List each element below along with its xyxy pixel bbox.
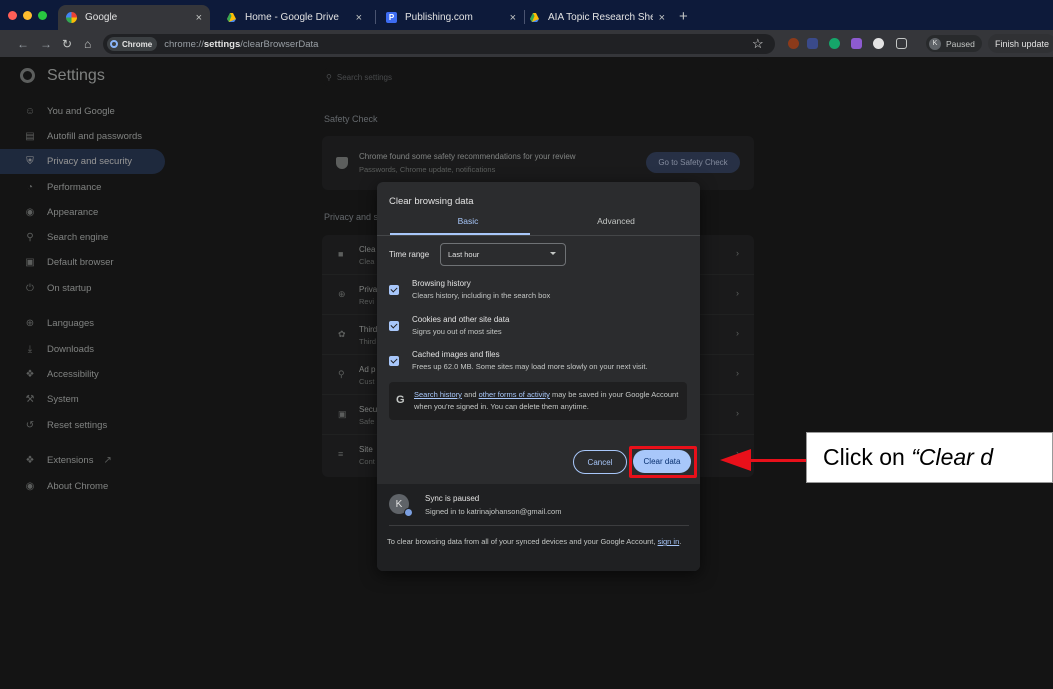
time-range-select[interactable]: Last hour xyxy=(440,243,566,266)
extension-icon[interactable] xyxy=(851,38,862,49)
sync-paused-badge-icon xyxy=(404,508,413,517)
close-tab-icon[interactable]: × xyxy=(356,12,362,24)
tab-drive[interactable]: Home - Google Drive × xyxy=(218,5,370,30)
browsing-history-checkbox[interactable] xyxy=(389,285,399,295)
clear-browsing-data-dialog: Clear browsing data Basic Advanced Time … xyxy=(377,182,700,571)
finish-update-button[interactable]: Finish update xyxy=(988,34,1053,53)
tab-strip: Google × Home - Google Drive × P Publish… xyxy=(0,0,1053,30)
back-icon[interactable]: ← xyxy=(17,37,29,51)
cancel-button[interactable]: Cancel xyxy=(573,450,627,474)
bookmark-star-icon[interactable]: ☆ xyxy=(752,36,764,52)
zoom-window-button[interactable] xyxy=(38,11,47,20)
cookies-checkbox[interactable] xyxy=(389,321,399,331)
drive-favicon xyxy=(226,12,237,23)
extension-icon[interactable] xyxy=(873,38,884,49)
close-window-button[interactable] xyxy=(8,11,17,20)
minimize-window-button[interactable] xyxy=(23,11,32,20)
chrome-window: Google × Home - Google Drive × P Publish… xyxy=(0,0,1053,689)
search-history-link[interactable]: Search history xyxy=(414,390,462,399)
grammarly-icon[interactable] xyxy=(829,38,840,49)
dropdown-arrow-icon xyxy=(550,252,556,255)
puzzle-icon[interactable] xyxy=(896,38,907,49)
google-g-icon: G xyxy=(396,394,405,406)
clear-data-button[interactable]: Clear data xyxy=(633,450,691,473)
other-activity-link[interactable]: other forms of activity xyxy=(479,390,550,399)
forward-icon[interactable]: → xyxy=(40,37,52,51)
google-favicon xyxy=(66,12,77,23)
profile-button[interactable]: K Paused xyxy=(926,35,982,52)
red-arrow-shaft xyxy=(750,459,806,462)
chrome-icon xyxy=(110,40,118,48)
tab-google[interactable]: Google × xyxy=(58,5,210,30)
instruction-callout: Click on “Clear d xyxy=(806,432,1053,483)
reload-icon[interactable]: ↻ xyxy=(62,37,72,51)
close-tab-icon[interactable]: × xyxy=(659,12,665,24)
time-range-label: Time range xyxy=(389,250,430,259)
publishing-favicon: P xyxy=(386,12,397,23)
site-info-chip[interactable]: Chrome xyxy=(107,37,158,51)
address-bar[interactable]: Chrome chrome://settings/clearBrowserDat… xyxy=(103,34,775,54)
dialog-footer: K Sync is paused Signed in to katrinajoh… xyxy=(377,484,700,571)
new-tab-button[interactable]: + xyxy=(679,8,688,25)
divider xyxy=(377,235,700,236)
red-arrow-icon xyxy=(720,449,751,471)
drive-favicon xyxy=(529,12,540,23)
cached-images-checkbox[interactable] xyxy=(389,356,399,366)
tab-advanced[interactable]: Advanced xyxy=(551,216,681,226)
close-tab-icon[interactable]: × xyxy=(510,12,516,24)
url-text: chrome://settings/clearBrowserData xyxy=(164,38,319,50)
avatar: K xyxy=(929,37,941,50)
divider xyxy=(389,525,689,526)
sign-in-link[interactable]: sign in xyxy=(658,537,680,546)
tab-publishing[interactable]: P Publishing.com × xyxy=(378,5,524,30)
tab-aia-research[interactable]: AIA Topic Research Sheet - M × xyxy=(521,5,673,30)
extension-icon[interactable] xyxy=(788,38,799,49)
extension-icon[interactable] xyxy=(807,38,818,49)
tab-separator xyxy=(375,10,376,24)
home-icon[interactable]: ⌂ xyxy=(84,37,91,51)
tab-basic[interactable]: Basic xyxy=(403,216,533,226)
dialog-title: Clear browsing data xyxy=(389,196,474,207)
close-tab-icon[interactable]: × xyxy=(196,12,202,24)
google-account-note: G Search history and other forms of acti… xyxy=(389,382,687,420)
